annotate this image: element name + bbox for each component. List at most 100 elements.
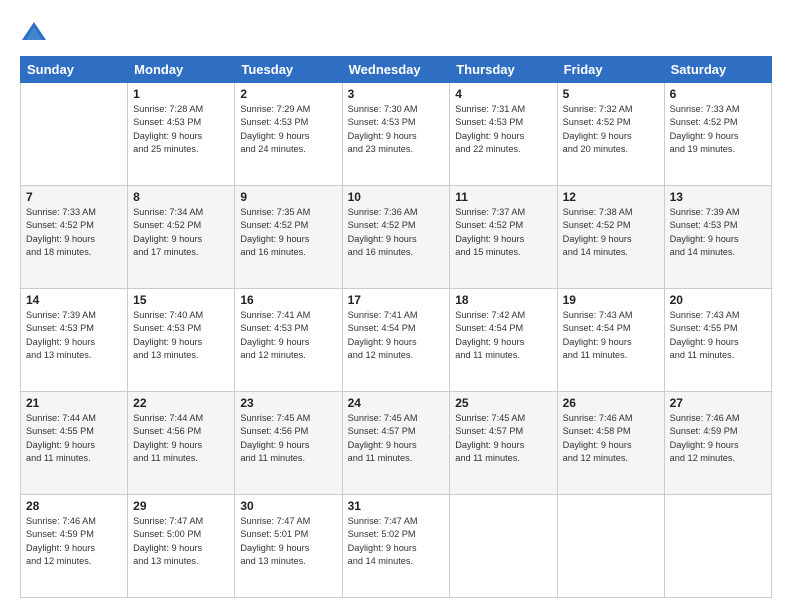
day-cell: 18 Sunrise: 7:42 AM Sunset: 4:54 PM Dayli… [450, 289, 557, 392]
col-header-thursday: Thursday [450, 57, 557, 83]
calendar-table: SundayMondayTuesdayWednesdayThursdayFrid… [20, 56, 772, 598]
day-cell: 10 Sunrise: 7:36 AM Sunset: 4:52 PM Dayli… [342, 186, 450, 289]
day-number: 11 [455, 190, 551, 204]
day-cell: 19 Sunrise: 7:43 AM Sunset: 4:54 PM Dayli… [557, 289, 664, 392]
day-info: Sunrise: 7:41 AM Sunset: 4:54 PM Dayligh… [348, 309, 445, 362]
day-cell: 26 Sunrise: 7:46 AM Sunset: 4:58 PM Dayli… [557, 392, 664, 495]
day-number: 21 [26, 396, 122, 410]
day-cell: 7 Sunrise: 7:33 AM Sunset: 4:52 PM Daylig… [21, 186, 128, 289]
day-cell: 20 Sunrise: 7:43 AM Sunset: 4:55 PM Dayli… [664, 289, 771, 392]
day-number: 4 [455, 87, 551, 101]
day-cell: 28Sunrise: 7:46 AM Sunset: 4:59 PM Dayli… [21, 495, 128, 598]
day-info: Sunrise: 7:47 AM Sunset: 5:00 PM Dayligh… [133, 515, 229, 568]
day-number: 31 [348, 499, 445, 513]
day-cell: 31Sunrise: 7:47 AM Sunset: 5:02 PM Dayli… [342, 495, 450, 598]
day-info: Sunrise: 7:39 AM Sunset: 4:53 PM Dayligh… [26, 309, 122, 362]
calendar-header-row: SundayMondayTuesdayWednesdayThursdayFrid… [21, 57, 772, 83]
day-cell: 16Sunrise: 7:41 AM Sunset: 4:53 PM Dayli… [235, 289, 342, 392]
week-row-1: 7 Sunrise: 7:33 AM Sunset: 4:52 PM Daylig… [21, 186, 772, 289]
logo-icon [20, 18, 48, 46]
day-info: Sunrise: 7:43 AM Sunset: 4:55 PM Dayligh… [670, 309, 766, 362]
col-header-sunday: Sunday [21, 57, 128, 83]
day-info: Sunrise: 7:28 AM Sunset: 4:53 PM Dayligh… [133, 103, 229, 156]
day-info: Sunrise: 7:36 AM Sunset: 4:52 PM Dayligh… [348, 206, 445, 259]
page: SundayMondayTuesdayWednesdayThursdayFrid… [0, 0, 792, 612]
day-number: 1 [133, 87, 229, 101]
day-number: 29 [133, 499, 229, 513]
day-info: Sunrise: 7:37 AM Sunset: 4:52 PM Dayligh… [455, 206, 551, 259]
day-info: Sunrise: 7:45 AM Sunset: 4:56 PM Dayligh… [240, 412, 336, 465]
day-number: 25 [455, 396, 551, 410]
day-info: Sunrise: 7:38 AM Sunset: 4:52 PM Dayligh… [563, 206, 659, 259]
day-cell: 29 Sunrise: 7:47 AM Sunset: 5:00 PM Dayli… [128, 495, 235, 598]
day-cell: 3 Sunrise: 7:30 AM Sunset: 4:53 PM Daylig… [342, 83, 450, 186]
day-cell: 22Sunrise: 7:44 AM Sunset: 4:56 PM Dayli… [128, 392, 235, 495]
day-number: 5 [563, 87, 659, 101]
day-number: 24 [348, 396, 445, 410]
day-info: Sunrise: 7:43 AM Sunset: 4:54 PM Dayligh… [563, 309, 659, 362]
day-number: 13 [670, 190, 766, 204]
col-header-wednesday: Wednesday [342, 57, 450, 83]
week-row-4: 28Sunrise: 7:46 AM Sunset: 4:59 PM Dayli… [21, 495, 772, 598]
day-cell: 8 Sunrise: 7:34 AM Sunset: 4:52 PM Daylig… [128, 186, 235, 289]
day-number: 26 [563, 396, 659, 410]
day-number: 7 [26, 190, 122, 204]
day-number: 20 [670, 293, 766, 307]
day-number: 18 [455, 293, 551, 307]
week-row-3: 21 Sunrise: 7:44 AM Sunset: 4:55 PM Dayli… [21, 392, 772, 495]
day-number: 16 [240, 293, 336, 307]
day-number: 19 [563, 293, 659, 307]
day-cell: 11 Sunrise: 7:37 AM Sunset: 4:52 PM Dayli… [450, 186, 557, 289]
day-cell: 23 Sunrise: 7:45 AM Sunset: 4:56 PM Dayli… [235, 392, 342, 495]
logo [20, 18, 52, 46]
week-row-0: 1 Sunrise: 7:28 AM Sunset: 4:53 PM Daylig… [21, 83, 772, 186]
day-info: Sunrise: 7:42 AM Sunset: 4:54 PM Dayligh… [455, 309, 551, 362]
day-info: Sunrise: 7:33 AM Sunset: 4:52 PM Dayligh… [26, 206, 122, 259]
day-cell: 24 Sunrise: 7:45 AM Sunset: 4:57 PM Dayli… [342, 392, 450, 495]
day-info: Sunrise: 7:31 AM Sunset: 4:53 PM Dayligh… [455, 103, 551, 156]
day-info: Sunrise: 7:34 AM Sunset: 4:52 PM Dayligh… [133, 206, 229, 259]
day-number: 15 [133, 293, 229, 307]
day-cell: 25 Sunrise: 7:45 AM Sunset: 4:57 PM Dayli… [450, 392, 557, 495]
day-info: Sunrise: 7:47 AM Sunset: 5:01 PM Dayligh… [240, 515, 336, 568]
day-number: 28 [26, 499, 122, 513]
day-number: 23 [240, 396, 336, 410]
day-cell: 9Sunrise: 7:35 AM Sunset: 4:52 PM Daylig… [235, 186, 342, 289]
day-info: Sunrise: 7:46 AM Sunset: 4:58 PM Dayligh… [563, 412, 659, 465]
day-cell: 2Sunrise: 7:29 AM Sunset: 4:53 PM Daylig… [235, 83, 342, 186]
day-cell: 14Sunrise: 7:39 AM Sunset: 4:53 PM Dayli… [21, 289, 128, 392]
day-info: Sunrise: 7:33 AM Sunset: 4:52 PM Dayligh… [670, 103, 766, 156]
day-number: 6 [670, 87, 766, 101]
day-cell: 13 Sunrise: 7:39 AM Sunset: 4:53 PM Dayli… [664, 186, 771, 289]
day-number: 10 [348, 190, 445, 204]
day-info: Sunrise: 7:44 AM Sunset: 4:55 PM Dayligh… [26, 412, 122, 465]
day-info: Sunrise: 7:32 AM Sunset: 4:52 PM Dayligh… [563, 103, 659, 156]
day-info: Sunrise: 7:45 AM Sunset: 4:57 PM Dayligh… [455, 412, 551, 465]
day-number: 17 [348, 293, 445, 307]
day-number: 12 [563, 190, 659, 204]
day-cell: 30 Sunrise: 7:47 AM Sunset: 5:01 PM Dayli… [235, 495, 342, 598]
day-info: Sunrise: 7:44 AM Sunset: 4:56 PM Dayligh… [133, 412, 229, 465]
day-number: 30 [240, 499, 336, 513]
day-info: Sunrise: 7:46 AM Sunset: 4:59 PM Dayligh… [670, 412, 766, 465]
day-info: Sunrise: 7:30 AM Sunset: 4:53 PM Dayligh… [348, 103, 445, 156]
day-cell: 15 Sunrise: 7:40 AM Sunset: 4:53 PM Dayli… [128, 289, 235, 392]
day-cell [557, 495, 664, 598]
col-header-tuesday: Tuesday [235, 57, 342, 83]
day-info: Sunrise: 7:39 AM Sunset: 4:53 PM Dayligh… [670, 206, 766, 259]
day-cell: 27Sunrise: 7:46 AM Sunset: 4:59 PM Dayli… [664, 392, 771, 495]
day-cell: 12 Sunrise: 7:38 AM Sunset: 4:52 PM Dayli… [557, 186, 664, 289]
day-number: 3 [348, 87, 445, 101]
week-row-2: 14Sunrise: 7:39 AM Sunset: 4:53 PM Dayli… [21, 289, 772, 392]
day-cell [664, 495, 771, 598]
day-cell [450, 495, 557, 598]
day-cell: 6 Sunrise: 7:33 AM Sunset: 4:52 PM Daylig… [664, 83, 771, 186]
day-cell: 4 Sunrise: 7:31 AM Sunset: 4:53 PM Daylig… [450, 83, 557, 186]
col-header-monday: Monday [128, 57, 235, 83]
day-cell: 5 Sunrise: 7:32 AM Sunset: 4:52 PM Daylig… [557, 83, 664, 186]
col-header-saturday: Saturday [664, 57, 771, 83]
day-info: Sunrise: 7:40 AM Sunset: 4:53 PM Dayligh… [133, 309, 229, 362]
day-info: Sunrise: 7:45 AM Sunset: 4:57 PM Dayligh… [348, 412, 445, 465]
day-info: Sunrise: 7:29 AM Sunset: 4:53 PM Dayligh… [240, 103, 336, 156]
day-number: 8 [133, 190, 229, 204]
